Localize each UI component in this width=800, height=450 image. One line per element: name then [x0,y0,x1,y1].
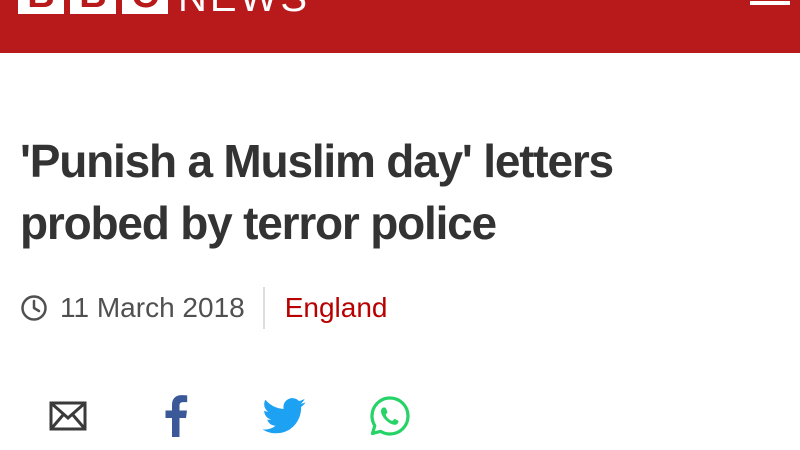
hamburger-menu-icon[interactable] [744,0,800,20]
logo-letter-c: C [122,0,168,14]
menu-bar [750,1,790,5]
publish-date: 11 March 2018 [60,292,245,323]
logo-letter-b1: B [18,0,64,14]
logo-letter-b2: B [70,0,116,14]
bbc-logo[interactable]: B B C [18,0,168,14]
headline-line-2: probed by terror police [20,197,497,249]
news-wordmark: NEWS [178,0,310,18]
clock-icon [20,294,48,322]
whatsapp-icon[interactable] [366,392,414,440]
email-icon[interactable] [44,392,92,440]
twitter-icon[interactable] [260,392,308,440]
article-page: B B C NEWS 'Punish a Muslim day' letters… [0,0,800,450]
headline-line-1: 'Punish a Muslim day' letters [20,135,614,187]
facebook-icon[interactable] [152,392,200,440]
article-headline: 'Punish a Muslim day' letters probed by … [20,130,780,254]
section-link-england[interactable]: England [285,288,388,328]
meta-divider [262,287,265,329]
article-meta: 11 March 2018 England [20,286,387,330]
site-header: B B C NEWS [0,0,800,53]
